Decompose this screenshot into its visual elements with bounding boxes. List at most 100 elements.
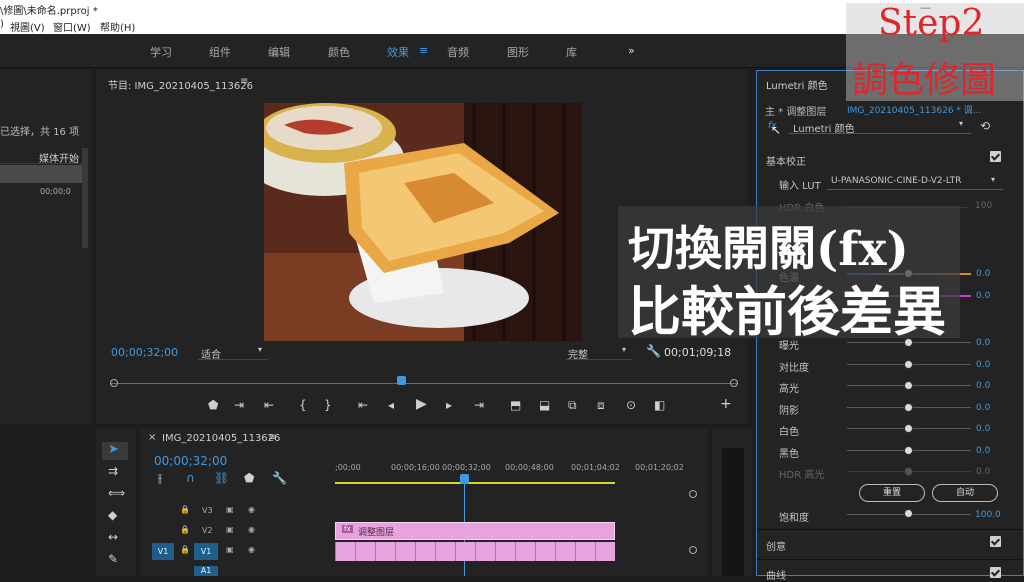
lock-icon[interactable]: 🔒 [180, 525, 190, 534]
wrench-icon[interactable]: 🔧 [646, 344, 661, 358]
linked-selection-icon[interactable]: ⛓ [214, 471, 229, 485]
ripple-edit-tool-icon[interactable]: ⟺ [108, 486, 125, 500]
selection-tool-icon[interactable]: ➤ [108, 442, 119, 457]
adjustment-knob[interactable] [904, 402, 913, 412]
adjustment-knob[interactable] [904, 381, 913, 390]
project-row-selected[interactable] [0, 165, 82, 183]
snap-icon[interactable]: ∩ [186, 471, 195, 485]
lock-icon[interactable]: 🔒 [180, 505, 190, 514]
adjustment-knob[interactable] [904, 467, 913, 476]
creative-checkbox[interactable] [990, 536, 1001, 547]
timeline-menu-icon[interactable]: ≡ [268, 432, 276, 443]
menu-item-clip[interactable]: ) [0, 19, 4, 30]
project-scrollbar[interactable] [82, 148, 88, 248]
compare-icon[interactable]: ◧ [654, 398, 665, 412]
curves-header[interactable]: 曲线 [766, 567, 786, 582]
adjustment-value[interactable]: 0.0 [976, 338, 990, 348]
lock-icon[interactable]: 🔒 [180, 545, 190, 554]
go-to-in-icon[interactable]: { [299, 398, 307, 412]
lift-icon[interactable]: ⬒ [510, 398, 521, 412]
timeline-timecode[interactable]: 00;00;32;00 [154, 454, 227, 468]
adjustment-knob[interactable] [904, 359, 913, 369]
insert-icon[interactable]: ⧉ [568, 398, 577, 413]
workspace-menu-icon[interactable]: ≡ [419, 44, 428, 57]
adjustment-value[interactable]: 0.0 [976, 381, 990, 391]
workspace-tab-effects[interactable]: 效果 [387, 44, 409, 60]
quality-dropdown[interactable]: 完整 ▾ [566, 344, 632, 361]
workspace-tab-learn[interactable]: 学习 [150, 44, 172, 60]
timeline-close-icon[interactable]: × [148, 432, 156, 443]
workspace-tab-assembly[interactable]: 组件 [209, 44, 231, 60]
adjustment-layer-clip[interactable]: fx 调整图层 [335, 522, 615, 540]
timeline-ruler[interactable]: ;00;00 00;00;16;00 00;00;32;00 00;00;48;… [335, 458, 695, 488]
sync-lock-icon[interactable]: ▣ [226, 525, 234, 534]
source-master[interactable]: 主 * 调整图层 [765, 103, 826, 118]
mark-in-icon[interactable]: ⇥ [234, 398, 244, 412]
fx-badge[interactable]: fx [342, 525, 353, 533]
reset-button[interactable]: 重置 [859, 484, 925, 502]
eye-icon[interactable]: ◉ [248, 525, 255, 534]
eye-icon[interactable]: ◉ [248, 545, 255, 554]
v1-clip-strip[interactable] [335, 542, 615, 561]
basic-correction-checkbox[interactable] [990, 151, 1001, 162]
program-menu-icon[interactable]: ≡ [240, 76, 248, 87]
program-scrubber[interactable] [110, 376, 738, 388]
effect-dropdown[interactable]: Lumetri 颜色 ▾ [789, 118, 971, 135]
project-column-header[interactable]: 媒体开始 [0, 148, 82, 165]
program-playhead[interactable] [397, 376, 406, 385]
track-name[interactable]: A1 [194, 566, 218, 576]
sync-lock-icon[interactable]: ▣ [226, 505, 234, 514]
sync-lock-icon[interactable]: ▣ [226, 545, 234, 554]
overwrite-icon[interactable]: ⧈ [597, 398, 605, 413]
track-select-tool-icon[interactable]: ⇉ [108, 464, 118, 478]
eye-icon[interactable]: ◉ [248, 505, 255, 514]
adjustment-value[interactable]: 0.0 [976, 424, 990, 434]
basic-correction-header[interactable]: 基本校正 [766, 153, 806, 168]
workspace-tab-libraries[interactable]: 库 [566, 44, 577, 60]
adjustment-knob[interactable] [904, 445, 913, 455]
workspace-tab-color[interactable]: 颜色 [328, 44, 350, 60]
workspace-tab-audio[interactable]: 音频 [447, 44, 469, 60]
step-back-icon[interactable]: ◂ [388, 398, 394, 412]
auto-button[interactable]: 自动 [932, 484, 998, 502]
step-forward-icon[interactable]: ▸ [446, 398, 452, 412]
reset-effect-icon[interactable]: ⟲ [980, 119, 990, 133]
zoom-dropdown[interactable]: 适合 ▾ [198, 344, 268, 361]
mark-out-icon[interactable]: ⇤ [264, 398, 274, 412]
track-name[interactable]: V1 [194, 543, 218, 560]
tint-value[interactable]: 0.0 [976, 291, 990, 301]
adjustment-value[interactable]: 0.0 [976, 467, 990, 477]
hdr-white-value[interactable]: 100 [975, 201, 992, 211]
workspace-tab-graphics[interactable]: 图形 [507, 44, 529, 60]
go-to-start-icon[interactable]: ⇤ [358, 398, 368, 412]
creative-header[interactable]: 创意 [766, 538, 786, 553]
pen-tool-icon[interactable]: ✎ [108, 552, 118, 566]
play-icon[interactable]: ▶ [416, 396, 427, 412]
program-timecode[interactable]: 00;00;32;00 [111, 346, 178, 359]
saturation-value[interactable]: 100.0 [975, 510, 1001, 520]
add-button-icon[interactable]: + [720, 396, 732, 412]
workspace-tab-editing[interactable]: 编辑 [268, 44, 290, 60]
work-area-bar[interactable] [335, 482, 615, 484]
saturation-knob[interactable] [904, 509, 913, 518]
add-marker-icon[interactable]: ⬟ [244, 471, 254, 485]
adjustment-value[interactable]: 0.0 [976, 360, 990, 370]
extract-icon[interactable]: ⬓ [539, 398, 550, 412]
marker-icon[interactable]: ⬟ [208, 398, 218, 412]
nest-icon[interactable]: ⫲ [158, 471, 162, 486]
input-lut-dropdown[interactable]: U-PANASONIC-CINE-D-V2-LTR ▾ [827, 174, 1003, 190]
source-clip[interactable]: IMG_20210405_113626 * 调... [847, 103, 981, 116]
curves-checkbox[interactable] [990, 567, 1001, 578]
razor-tool-icon[interactable]: ◆ [108, 508, 117, 522]
go-to-out-icon[interactable]: } [324, 398, 332, 412]
temperature-value[interactable]: 0.0 [976, 269, 990, 279]
timeline-zoom-handle[interactable] [689, 490, 697, 498]
workspace-more-icon[interactable]: » [628, 44, 635, 57]
menu-item-view[interactable]: 視圖(V) [10, 19, 45, 34]
slip-tool-icon[interactable]: ↔ [108, 530, 118, 544]
timeline-scroll-handle[interactable] [689, 546, 697, 554]
menu-item-help[interactable]: 帮助(H) [100, 19, 135, 34]
menu-item-window[interactable]: 窗口(W) [53, 19, 91, 34]
adjustment-value[interactable]: 0.0 [976, 446, 990, 456]
adjustment-value[interactable]: 0.0 [976, 403, 990, 413]
